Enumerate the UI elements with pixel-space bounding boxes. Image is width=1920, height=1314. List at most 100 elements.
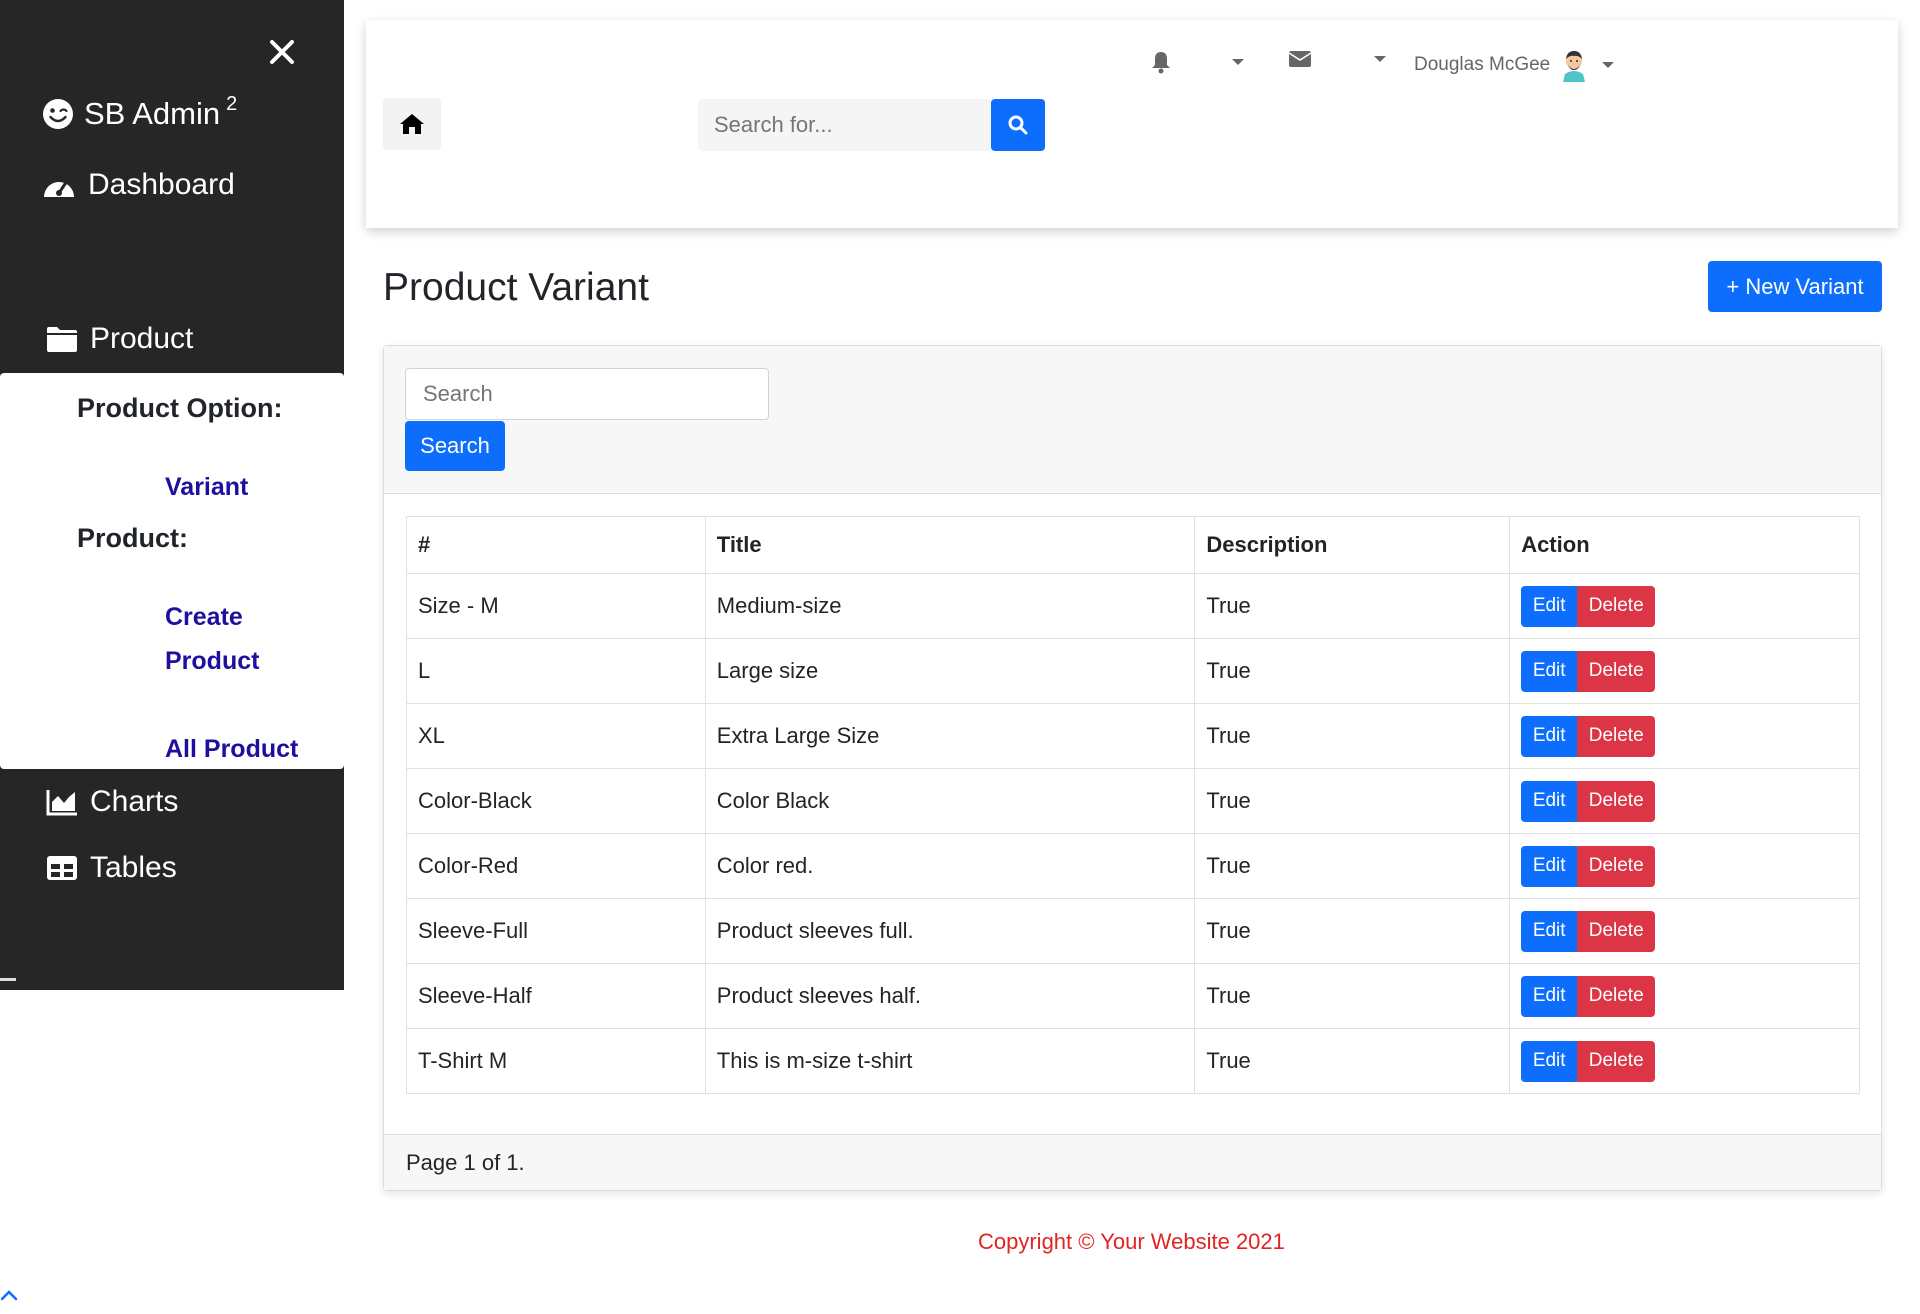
table-cell-action: Edit Delete (1509, 573, 1860, 639)
search-icon (1008, 115, 1028, 135)
pagination-info: Page 1 of 1. (384, 1134, 1881, 1190)
table-cell-description: True (1194, 898, 1511, 964)
submenu-header-product: Product: (77, 523, 188, 553)
chevron-down-icon (1602, 62, 1615, 68)
delete-button[interactable]: Delete (1577, 780, 1656, 822)
table-row: Sleeve-Half Product sleeves half. True Edit… (406, 963, 1860, 1029)
submenu-item-variant[interactable]: Variant (165, 465, 248, 509)
table-cell-title: Product sleeves full. (704, 898, 1196, 964)
row-actions: Edit Delete (1521, 910, 1848, 952)
column-header: # (406, 516, 706, 574)
table-cell-name: Size - M (406, 573, 706, 639)
home-button[interactable] (383, 98, 441, 150)
sidebar-item-label: Product (90, 322, 194, 355)
table-header-row: # Title Description Action (406, 516, 1860, 574)
table-cell-action: Edit Delete (1509, 963, 1860, 1029)
delete-button[interactable]: Delete (1577, 975, 1656, 1017)
sidebar-item-label: Charts (90, 785, 179, 818)
table-cell-description: True (1194, 768, 1511, 834)
card-header: Search (384, 346, 1881, 494)
smile-wink-icon (43, 99, 73, 129)
column-header: Title (704, 516, 1196, 574)
column-header: Action (1509, 516, 1860, 574)
table-cell-title: Color red. (704, 833, 1196, 899)
table-row: Sleeve-Full Product sleeves full. True Edit… (406, 898, 1860, 964)
divider (0, 978, 16, 981)
row-actions: Edit Delete (1521, 845, 1848, 887)
chevron-down-icon (1374, 56, 1386, 62)
close-icon[interactable] (262, 32, 302, 72)
brand-title: SB Admin (84, 96, 221, 131)
chevron-down-icon (1232, 59, 1244, 65)
table-cell-name: XL (406, 703, 706, 769)
delete-button[interactable]: Delete (1577, 1040, 1656, 1082)
table-cell-description: True (1194, 963, 1511, 1029)
table-cell-name: Sleeve-Half (406, 963, 706, 1029)
search-input[interactable] (405, 368, 769, 420)
chevron-up-icon (0, 1290, 18, 1301)
edit-button[interactable]: Edit (1521, 845, 1578, 887)
edit-button[interactable]: Edit (1521, 975, 1578, 1017)
delete-button[interactable]: Delete (1577, 650, 1656, 692)
topbar-search (698, 99, 1045, 151)
table-cell-action: Edit Delete (1509, 638, 1860, 704)
sidebar-item-tables[interactable]: Tables (46, 851, 177, 885)
delete-button[interactable]: Delete (1577, 715, 1656, 757)
variant-card: Search # Title Description Action Size -… (383, 345, 1882, 1191)
row-actions: Edit Delete (1521, 715, 1848, 757)
folder-icon (47, 327, 77, 352)
table-cell-name: L (406, 638, 706, 704)
edit-button[interactable]: Edit (1521, 780, 1578, 822)
submenu-item-label: Create (165, 603, 243, 631)
table-cell-description: True (1194, 1028, 1511, 1094)
edit-button[interactable]: Edit (1521, 1040, 1578, 1082)
edit-button[interactable]: Edit (1521, 585, 1578, 627)
messages-dropdown[interactable] (1288, 50, 1386, 68)
sidebar-item-product[interactable]: Product (46, 322, 193, 356)
topbar-search-input[interactable] (698, 99, 991, 151)
envelope-icon (1288, 51, 1312, 67)
table-cell-description: True (1194, 833, 1511, 899)
submenu-item-all-product[interactable]: All Product (165, 727, 298, 771)
sidebar-item-label: Tables (90, 851, 177, 884)
submenu-item-create-product[interactable]: Create Product (165, 595, 259, 683)
submenu-header-option: Product Option: (77, 393, 283, 423)
table-cell-action: Edit Delete (1509, 833, 1860, 899)
edit-button[interactable]: Edit (1521, 910, 1578, 952)
delete-button[interactable]: Delete (1577, 585, 1656, 627)
alerts-dropdown[interactable] (1150, 50, 1244, 74)
table-row: Color-Black Color Black True Edit Delete (406, 768, 1860, 834)
submenu-item-label: Product (165, 647, 260, 675)
table-cell-action: Edit Delete (1509, 1028, 1860, 1094)
table-cell-title: Large size (704, 638, 1196, 704)
delete-button[interactable]: Delete (1577, 845, 1656, 887)
edit-button[interactable]: Edit (1521, 650, 1578, 692)
table-cell-action: Edit Delete (1509, 703, 1860, 769)
table-cell-title: Color Black (704, 768, 1196, 834)
sidebar-item-dashboard[interactable]: Dashboard (42, 168, 235, 202)
sidebar-item-label: Dashboard (88, 168, 235, 201)
edit-button[interactable]: Edit (1521, 715, 1578, 757)
search-button[interactable]: Search (405, 421, 505, 471)
scroll-to-top-button[interactable] (0, 1288, 18, 1307)
table-row: L Large size True Edit Delete (406, 638, 1860, 704)
topbar-search-button[interactable] (991, 99, 1045, 151)
brand[interactable]: SB Admin 2 (42, 93, 237, 132)
variant-table: # Title Description Action Size - M Mediu… (406, 516, 1860, 1094)
table-cell-title: Medium-size (704, 573, 1196, 639)
avatar (1563, 51, 1586, 82)
product-submenu: Product Option: Variant Product: Create … (0, 373, 344, 769)
user-name: Douglas McGee (1414, 54, 1551, 75)
table-cell-action: Edit Delete (1509, 768, 1860, 834)
sidebar-item-charts[interactable]: Charts (46, 785, 178, 819)
user-dropdown[interactable]: Douglas McGee (1414, 48, 1615, 82)
delete-button[interactable]: Delete (1577, 910, 1656, 952)
table-cell-title: Extra Large Size (704, 703, 1196, 769)
row-actions: Edit Delete (1521, 585, 1848, 627)
table-cell-name: Color-Red (406, 833, 706, 899)
row-actions: Edit Delete (1521, 780, 1848, 822)
table-cell-description: True (1194, 703, 1511, 769)
chart-area-icon (46, 790, 77, 816)
new-variant-button[interactable]: + New Variant (1708, 261, 1882, 312)
table-row: Color-Red Color red. True Edit Delete (406, 833, 1860, 899)
